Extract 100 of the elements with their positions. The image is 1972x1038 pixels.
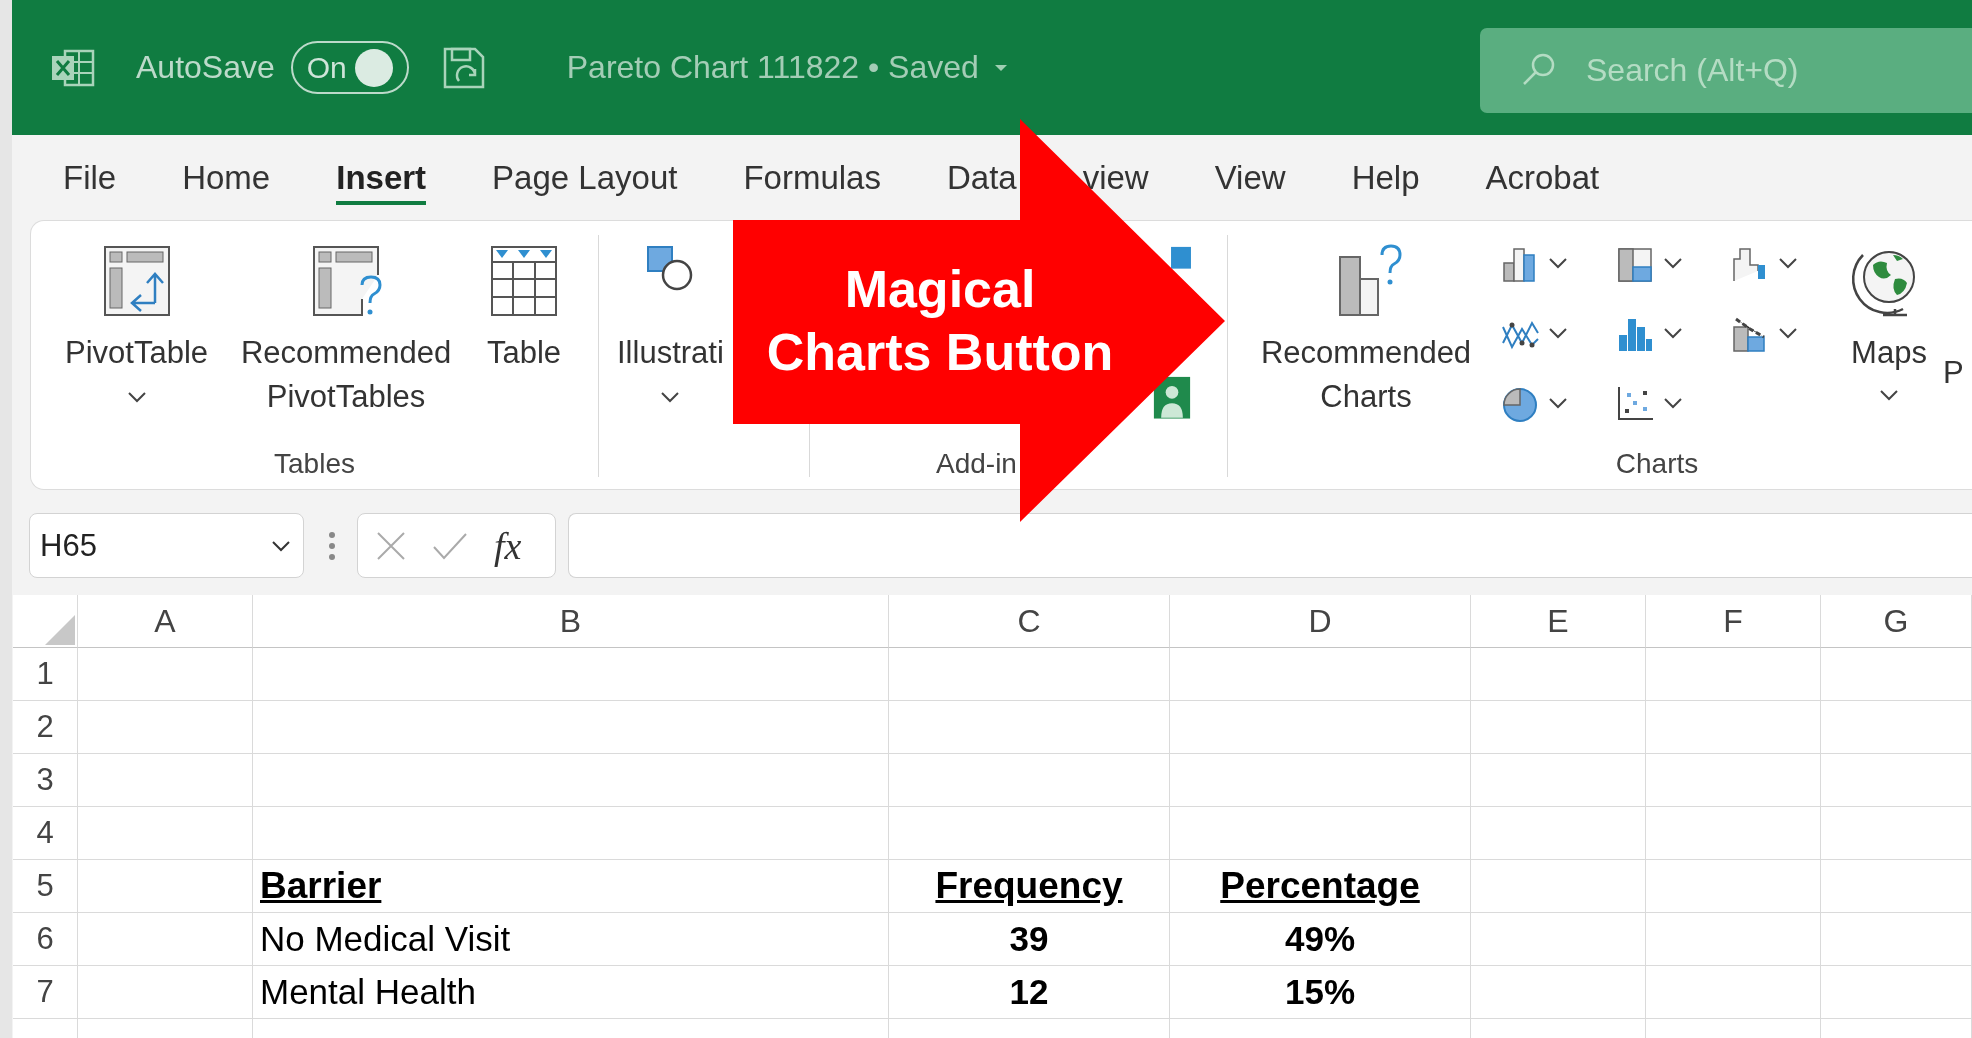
- table-cell[interactable]: [889, 648, 1170, 701]
- table-cell[interactable]: [1821, 860, 1972, 913]
- table-cell[interactable]: [889, 807, 1170, 860]
- ribbon-tab[interactable]: view: [1082, 153, 1149, 205]
- recommended-charts-button[interactable]: Recommended Charts: [1250, 241, 1482, 419]
- row-header[interactable]: 4: [13, 807, 78, 860]
- row-header[interactable]: 6: [13, 913, 78, 966]
- ribbon-tab[interactable]: File: [63, 153, 117, 205]
- table-cell[interactable]: [78, 807, 253, 860]
- table-cell[interactable]: [1646, 966, 1821, 1019]
- table-cell[interactable]: [78, 754, 253, 807]
- column-header[interactable]: C: [889, 595, 1170, 648]
- table-cell[interactable]: No Medical Visit: [253, 913, 889, 966]
- ribbon-button[interactable]: P: [1939, 241, 1968, 395]
- table-cell[interactable]: [1471, 966, 1646, 1019]
- caret-icon[interactable]: [1663, 257, 1683, 269]
- table-cell[interactable]: [1646, 701, 1821, 754]
- table-cell[interactable]: [1821, 648, 1972, 701]
- table-cell[interactable]: Barrier: [253, 860, 889, 913]
- table-cell[interactable]: [889, 754, 1170, 807]
- table-cell[interactable]: 12: [889, 966, 1170, 1019]
- column-header[interactable]: D: [1170, 595, 1471, 648]
- table-cell[interactable]: [1821, 913, 1972, 966]
- table-cell[interactable]: [1471, 807, 1646, 860]
- caret-icon[interactable]: [1663, 327, 1683, 339]
- table-cell[interactable]: 15%: [1170, 966, 1471, 1019]
- caret-icon[interactable]: [1548, 397, 1568, 409]
- column-header[interactable]: F: [1646, 595, 1821, 648]
- table-cell[interactable]: [1471, 701, 1646, 754]
- ribbon-tab[interactable]: Home: [182, 153, 271, 205]
- table-cell[interactable]: [1821, 807, 1972, 860]
- row-header[interactable]: 5: [13, 860, 78, 913]
- table-cell[interactable]: [78, 966, 253, 1019]
- table-cell[interactable]: [1646, 807, 1821, 860]
- table-cell[interactable]: [1471, 913, 1646, 966]
- ribbon-tab[interactable]: Formulas: [743, 153, 881, 205]
- globe-button[interactable]: Maps: [1845, 241, 1933, 401]
- column-header[interactable]: E: [1471, 595, 1646, 648]
- table-cell[interactable]: [1821, 701, 1972, 754]
- table-cell[interactable]: Mental Health: [253, 966, 889, 1019]
- table-cell[interactable]: [1471, 860, 1646, 913]
- table-cell[interactable]: [1170, 807, 1471, 860]
- table-cell[interactable]: [889, 701, 1170, 754]
- caret-icon[interactable]: [1548, 327, 1568, 339]
- caret-icon[interactable]: [1778, 257, 1798, 269]
- autosave-toggle[interactable]: On: [290, 41, 409, 94]
- table-cell[interactable]: [78, 701, 253, 754]
- table-cell[interactable]: [1170, 648, 1471, 701]
- table-cell[interactable]: [1646, 754, 1821, 807]
- table-cell[interactable]: [253, 701, 889, 754]
- table-cell[interactable]: [78, 648, 253, 701]
- table-cell[interactable]: [253, 648, 889, 701]
- search-field[interactable]: Search (Alt+Q): [1480, 28, 1972, 113]
- ribbon-tab[interactable]: Acrobat: [1485, 153, 1600, 205]
- name-box[interactable]: H65: [29, 513, 304, 578]
- column-header[interactable]: A: [78, 595, 253, 648]
- caret-icon[interactable]: [271, 539, 291, 552]
- more-options-icon[interactable]: [328, 530, 336, 561]
- caret-icon[interactable]: [126, 391, 147, 403]
- table-cell[interactable]: [1646, 913, 1821, 966]
- pivot-table-button[interactable]: PivotTable: [61, 241, 213, 403]
- caret-icon[interactable]: [660, 391, 681, 403]
- table-cell[interactable]: [253, 807, 889, 860]
- row-header[interactable]: 7: [13, 966, 78, 1019]
- table-cell[interactable]: [1821, 966, 1972, 1019]
- table-cell[interactable]: Frequency: [889, 860, 1170, 913]
- ribbon-tab[interactable]: Insert: [336, 153, 427, 205]
- add-in-icon[interactable]: [1169, 246, 1193, 270]
- formula-input[interactable]: [568, 513, 1972, 578]
- table-cell[interactable]: Percentage: [1170, 860, 1471, 913]
- recommended-pivot-button[interactable]: Recommended PivotTables: [230, 241, 463, 419]
- column-header[interactable]: G: [1821, 595, 1972, 648]
- row-header[interactable]: 3: [13, 754, 78, 807]
- table-cell[interactable]: [1170, 701, 1471, 754]
- caret-icon[interactable]: [1879, 389, 1899, 401]
- table-cell[interactable]: [1646, 860, 1821, 913]
- person-icon[interactable]: [1151, 375, 1193, 419]
- table-cell[interactable]: 49%: [1170, 913, 1471, 966]
- insert-function-button[interactable]: fx: [494, 523, 522, 568]
- table-cell[interactable]: [78, 860, 253, 913]
- caret-icon[interactable]: [1663, 397, 1683, 409]
- table-button[interactable]: Table: [480, 241, 569, 375]
- ribbon-tab[interactable]: View: [1214, 153, 1286, 205]
- table-cell[interactable]: [1646, 648, 1821, 701]
- table-cell[interactable]: [1170, 754, 1471, 807]
- row-header[interactable]: 1: [13, 648, 78, 701]
- caret-icon[interactable]: [1548, 257, 1568, 269]
- table-cell[interactable]: 39: [889, 913, 1170, 966]
- table-cell[interactable]: [1471, 648, 1646, 701]
- row-header[interactable]: 2: [13, 701, 78, 754]
- table-cell[interactable]: [1471, 754, 1646, 807]
- ribbon-tab[interactable]: Page Layout: [492, 153, 678, 205]
- ribbon-tab[interactable]: Data: [946, 153, 1017, 205]
- shapes-button[interactable]: Illustrati: [613, 241, 728, 403]
- table-cell[interactable]: [1821, 754, 1972, 807]
- ribbon-tab[interactable]: Help: [1351, 153, 1420, 205]
- table-cell[interactable]: [253, 754, 889, 807]
- cancel-icon[interactable]: [376, 530, 406, 561]
- table-cell[interactable]: [78, 913, 253, 966]
- caret-icon[interactable]: [1778, 327, 1798, 339]
